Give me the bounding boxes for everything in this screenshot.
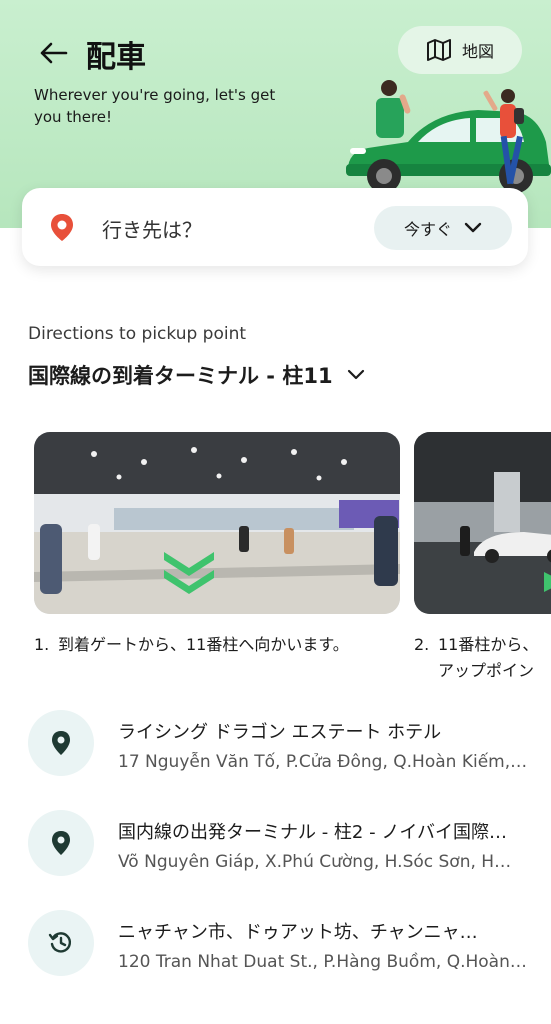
place-item[interactable]: ニャチャン市、ドゥアット坊、チャンニャ… 120 Tran Nhat Duat … — [28, 910, 548, 980]
chevron-down-icon — [347, 369, 364, 380]
time-selector-label: 今すぐ — [403, 220, 452, 239]
location-pin-icon — [51, 214, 73, 241]
destination-input[interactable]: 行き先は？ — [102, 214, 202, 243]
direction-step-2: 2. 11番柱から、アップポイン — [414, 632, 551, 684]
pickup-curb-image — [414, 432, 551, 614]
pickup-point-selector[interactable]: 国際線の到着ターミナル - 柱11 — [28, 360, 365, 390]
place-icon-circle — [28, 810, 94, 876]
terminal-hall-image — [34, 432, 400, 614]
destination-search-card[interactable]: 行き先は？ 今すぐ — [22, 188, 528, 266]
step-number: 1. — [34, 635, 50, 654]
place-address: Võ Nguyên Giáp, X.Phú Cường, H.Sóc Sơn, … — [118, 852, 512, 872]
location-pin-icon — [52, 731, 70, 755]
car-illustration — [346, 80, 551, 193]
hero-subtitle: Wherever you're going, let's get you the… — [34, 86, 276, 126]
step-text: 到着ゲートから、11番柱へ向かいます。 — [58, 635, 349, 654]
back-button[interactable] — [36, 36, 70, 70]
map-button-label: 地図 — [461, 42, 494, 61]
history-icon — [48, 932, 72, 953]
time-selector[interactable]: 今すぐ — [374, 206, 512, 250]
page-title: 配車 — [86, 40, 146, 75]
pickup-photo-step-2[interactable] — [414, 432, 551, 614]
place-name: 国内線の出発ターミナル - 柱2 - ノイバイ国際… — [118, 822, 507, 843]
place-item[interactable]: ライシング ドラゴン エステート ホテル 17 Nguyễn Văn Tố, P… — [28, 710, 548, 780]
place-name: ライシング ドラゴン エステート ホテル — [118, 722, 442, 743]
location-pin-icon — [52, 831, 70, 855]
place-icon-circle — [28, 910, 94, 976]
step-number: 2. — [414, 635, 430, 654]
map-icon — [426, 39, 451, 61]
place-address: 17 Nguyễn Văn Tố, P.Cửa Đông, Q.Hoàn Kiế… — [118, 752, 528, 772]
back-arrow-icon — [40, 42, 68, 64]
place-name: ニャチャン市、ドゥアット坊、チャンニャ… — [118, 922, 478, 943]
pickup-photo-step-1[interactable] — [34, 432, 400, 614]
place-item[interactable]: 国内線の出発ターミナル - 柱2 - ノイバイ国際… Võ Nguyên Giá… — [28, 810, 548, 880]
direction-step-1: 1. 到着ゲートから、11番柱へ向かいます。 — [34, 632, 374, 658]
map-button[interactable]: 地図 — [398, 26, 522, 74]
pickup-point-label: 国際線の到着ターミナル - 柱11 — [28, 364, 333, 388]
directions-section-label: Directions to pickup point — [28, 324, 247, 344]
step-text: 11番柱から、アップポイン — [438, 635, 539, 680]
place-icon-circle — [28, 710, 94, 776]
chevron-down-icon — [464, 222, 482, 233]
place-address: 120 Tran Nhat Duat St., P.Hàng Buồm, Q.H… — [118, 952, 527, 972]
